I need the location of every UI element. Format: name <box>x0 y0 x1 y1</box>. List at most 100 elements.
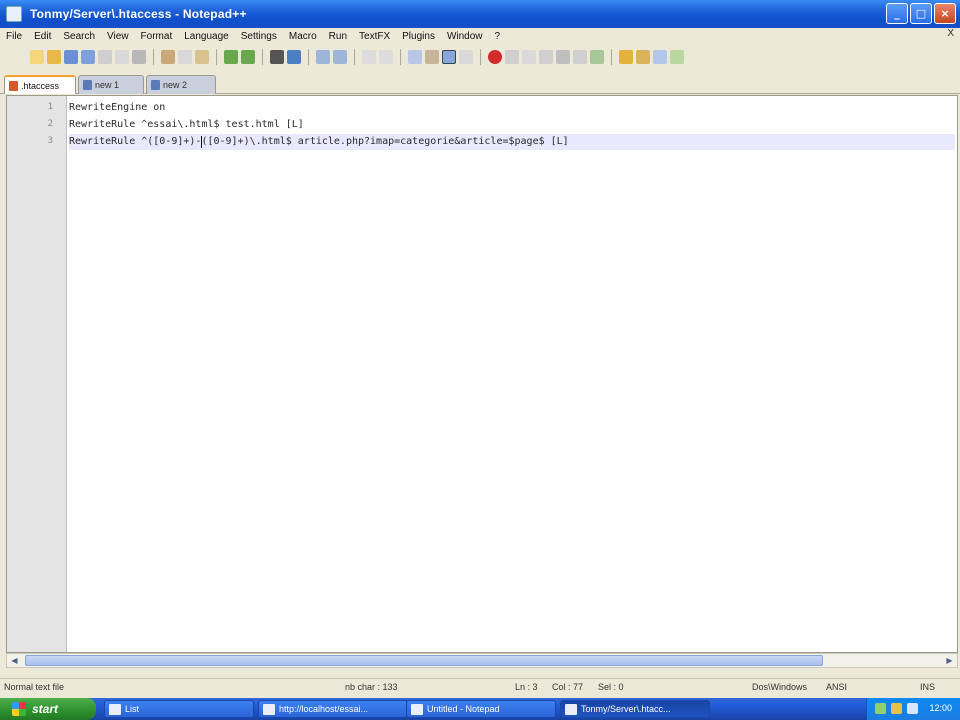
notepadpp-icon <box>6 6 22 22</box>
folder-icon <box>109 704 121 715</box>
code-line[interactable]: RewriteEngine on <box>69 100 165 116</box>
save-all-icon[interactable] <box>81 50 95 64</box>
menu-settings[interactable]: Settings <box>235 31 283 42</box>
toolbar-separator <box>611 49 612 65</box>
cut-icon[interactable] <box>161 50 175 64</box>
menu-view[interactable]: View <box>101 31 135 42</box>
check-icon[interactable] <box>590 50 604 64</box>
network-icon[interactable] <box>875 703 886 714</box>
line-number-gutter: 1 2 3 <box>7 96 67 652</box>
save-macro-icon[interactable] <box>556 50 570 64</box>
tab-htaccess[interactable]: .htaccess <box>4 75 76 94</box>
menu-language[interactable]: Language <box>178 31 235 42</box>
clock[interactable]: 12:00 <box>929 703 952 713</box>
tab-new-1[interactable]: new 1 <box>78 75 144 94</box>
toolbar-separator <box>480 49 481 65</box>
minimize-button[interactable]: _ <box>886 3 908 24</box>
zoom-out-icon[interactable] <box>333 50 347 64</box>
code-line[interactable]: RewriteRule ^essai\.html$ test.html [L] <box>69 117 304 133</box>
menu-format[interactable]: Format <box>135 31 179 42</box>
sync-horizontal-icon[interactable] <box>379 50 393 64</box>
menu-edit[interactable]: Edit <box>28 31 57 42</box>
menu-help[interactable]: ? <box>489 31 507 42</box>
indent-guide-icon[interactable] <box>442 50 456 64</box>
line-number: 1 <box>47 102 53 112</box>
folder-icon[interactable] <box>619 50 633 64</box>
menu-run[interactable]: Run <box>323 31 353 42</box>
play-multiple-icon[interactable] <box>539 50 553 64</box>
task-label: List <box>125 704 140 714</box>
run-icon[interactable] <box>573 50 587 64</box>
tab-label: new 2 <box>163 80 188 90</box>
menu-window[interactable]: Window <box>441 31 489 42</box>
spell-check-icon[interactable] <box>670 50 684 64</box>
user-lang-icon[interactable] <box>459 50 473 64</box>
undo-icon[interactable] <box>224 50 238 64</box>
toolbar-separator <box>262 49 263 65</box>
volume-icon[interactable] <box>891 703 902 714</box>
horizontal-scrollbar[interactable]: ◀ ▶ <box>6 653 958 668</box>
menu-file[interactable]: File <box>0 31 28 42</box>
menu-search[interactable]: Search <box>57 31 101 42</box>
menu-textfx[interactable]: TextFX <box>353 31 396 42</box>
status-bar: Normal text file nb char : 133 Ln : 3 Co… <box>0 678 960 696</box>
zoom-in-icon[interactable] <box>316 50 330 64</box>
window-icon[interactable] <box>653 50 667 64</box>
status-line: Ln : 3 <box>515 682 538 692</box>
notepadpp-icon <box>565 704 577 715</box>
copy-icon[interactable] <box>178 50 192 64</box>
status-selection: Sel : 0 <box>598 682 624 692</box>
toolbar-separator <box>308 49 309 65</box>
toolbar-separator <box>400 49 401 65</box>
record-macro-icon[interactable] <box>488 50 502 64</box>
close-file-icon[interactable] <box>98 50 112 64</box>
taskbar-item-notepadpp[interactable]: Tonmy/Server\.htacc... <box>560 700 710 718</box>
task-label: http://localhost/essai... <box>279 704 369 714</box>
show-all-chars-icon[interactable] <box>425 50 439 64</box>
sync-vertical-icon[interactable] <box>362 50 376 64</box>
close-button[interactable]: × <box>934 3 956 24</box>
taskbar-item-list[interactable]: List <box>104 700 254 718</box>
bookmark-icon[interactable] <box>636 50 650 64</box>
menu-plugins[interactable]: Plugins <box>396 31 441 42</box>
status-column: Col : 77 <box>552 682 584 692</box>
menu-macro[interactable]: Macro <box>283 31 323 42</box>
replace-icon[interactable] <box>287 50 301 64</box>
security-icon[interactable] <box>907 703 918 714</box>
windows-flag-icon <box>12 702 26 716</box>
redo-icon[interactable] <box>241 50 255 64</box>
toolbar <box>0 44 960 70</box>
toolbar-separator <box>216 49 217 65</box>
paste-icon[interactable] <box>195 50 209 64</box>
maximize-button[interactable]: □ <box>910 3 932 24</box>
word-wrap-icon[interactable] <box>408 50 422 64</box>
find-icon[interactable] <box>270 50 284 64</box>
unsaved-file-icon <box>9 81 18 91</box>
notepadpp-window: Tonmy/Server\.htaccess - Notepad++ _ □ ×… <box>0 0 960 698</box>
stop-macro-icon[interactable] <box>505 50 519 64</box>
play-macro-icon[interactable] <box>522 50 536 64</box>
saved-file-icon <box>151 80 160 90</box>
close-all-icon[interactable] <box>115 50 129 64</box>
window-title: Tonmy/Server\.htaccess - Notepad++ <box>30 7 247 21</box>
save-icon[interactable] <box>64 50 78 64</box>
print-icon[interactable] <box>132 50 146 64</box>
taskbar-item-browser[interactable]: http://localhost/essai... <box>258 700 408 718</box>
tab-new-2[interactable]: new 2 <box>146 75 216 94</box>
status-length: nb char : 133 <box>345 682 398 692</box>
taskbar: start List http://localhost/essai... Unt… <box>0 698 960 720</box>
text-caret <box>201 136 202 148</box>
open-file-icon[interactable] <box>47 50 61 64</box>
title-bar[interactable]: Tonmy/Server\.htaccess - Notepad++ _ □ × <box>0 0 960 28</box>
new-file-icon[interactable] <box>30 50 44 64</box>
toolbar-separator <box>354 49 355 65</box>
scrollbar-thumb[interactable] <box>25 655 823 666</box>
text-editor[interactable]: 1 2 3 RewriteEngine on RewriteRule ^essa… <box>6 95 958 653</box>
scroll-right-icon[interactable]: ▶ <box>943 655 956 666</box>
start-button[interactable]: start <box>0 698 96 720</box>
saved-file-icon <box>83 80 92 90</box>
scroll-left-icon[interactable]: ◀ <box>8 655 21 666</box>
close-document-button[interactable]: X <box>947 28 954 39</box>
taskbar-item-notepad[interactable]: Untitled - Notepad <box>406 700 556 718</box>
task-label: Untitled - Notepad <box>427 704 500 714</box>
